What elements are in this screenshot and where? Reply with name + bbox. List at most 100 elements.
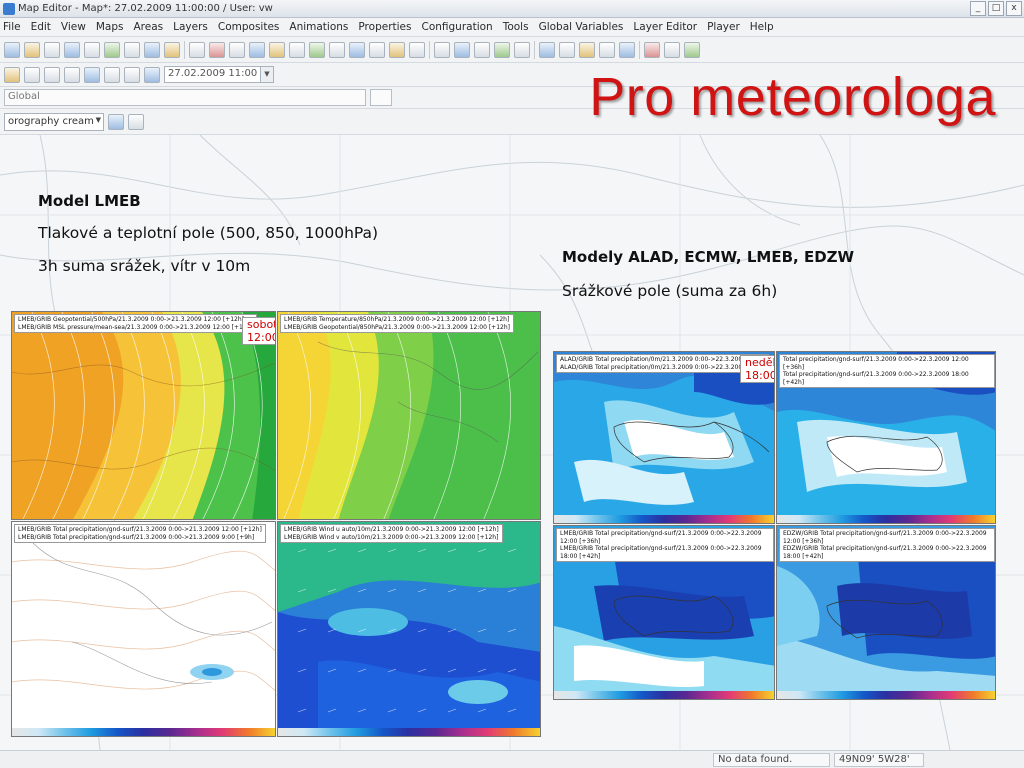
open-folder-icon[interactable] bbox=[24, 41, 40, 58]
menu-configuration[interactable]: Configuration bbox=[421, 21, 492, 33]
layer-select-value: orography cream bbox=[8, 115, 94, 127]
link-icon[interactable] bbox=[4, 66, 20, 83]
toolbar-separator bbox=[184, 40, 185, 59]
legend-line: LMEB/GRIB Total precipitation/gnd-surf/2… bbox=[560, 530, 762, 545]
precipitation-field bbox=[12, 522, 275, 736]
maximize-button[interactable]: □ bbox=[988, 1, 1004, 16]
panel-legend: LMEB/GRIB Wind u auto/10m/21.3.2009 0:00… bbox=[280, 524, 503, 543]
menu-layers[interactable]: Layers bbox=[173, 21, 208, 33]
copy-icon[interactable] bbox=[189, 41, 205, 58]
frame-icon[interactable] bbox=[434, 41, 450, 58]
move-icon[interactable] bbox=[494, 41, 510, 58]
time-tag: sobota 12:00 bbox=[242, 317, 275, 345]
weather-panel-precipitation[interactable]: LMEB/GRIB Total precipitation/gnd-surf/2… bbox=[11, 521, 276, 737]
last-frame-icon[interactable] bbox=[124, 66, 140, 83]
properties-icon[interactable] bbox=[124, 41, 140, 58]
menu-areas[interactable]: Areas bbox=[133, 21, 163, 33]
export-icon[interactable] bbox=[389, 41, 405, 58]
film-icon[interactable] bbox=[409, 41, 425, 58]
minimize-button[interactable]: _ bbox=[970, 1, 986, 16]
time-tag: neděle 18:00 bbox=[740, 355, 774, 383]
panel-legend: LMEB/GRIB Total precipitation/gnd-surf/2… bbox=[14, 524, 266, 543]
measure-icon[interactable] bbox=[599, 41, 615, 58]
zoom-out-icon[interactable] bbox=[559, 41, 575, 58]
layer-grid-icon[interactable] bbox=[128, 113, 144, 130]
zoom-in-icon[interactable] bbox=[539, 41, 555, 58]
new-map-icon[interactable] bbox=[4, 41, 20, 58]
globe-icon[interactable] bbox=[269, 41, 285, 58]
legend-line: LMEB/GRIB Geopotential/850hPa/21.3.2009 … bbox=[284, 323, 510, 331]
paste-icon[interactable] bbox=[229, 41, 245, 58]
window-title: Map Editor - Map*: 27.02.2009 11:00:00 /… bbox=[18, 3, 273, 14]
menu-tools[interactable]: Tools bbox=[503, 21, 529, 33]
global-button[interactable] bbox=[370, 89, 392, 106]
menu-file[interactable]: File bbox=[3, 21, 21, 33]
graph-icon[interactable] bbox=[309, 41, 325, 58]
pan-icon[interactable] bbox=[579, 41, 595, 58]
panel-colorbar bbox=[554, 515, 774, 523]
play-icon[interactable] bbox=[84, 66, 100, 83]
text-icon[interactable] bbox=[329, 41, 345, 58]
panel-colorbar bbox=[777, 691, 995, 699]
cut-icon[interactable] bbox=[209, 41, 225, 58]
weather-panel-lmeb[interactable]: LMEB/GRIB Total precipitation/gnd-surf/2… bbox=[553, 525, 775, 700]
select-icon[interactable] bbox=[474, 41, 490, 58]
weather-panel-temperature[interactable]: LMEB/GRIB Temperature/850hPa/21.3.2009 0… bbox=[277, 311, 541, 520]
table-icon[interactable] bbox=[349, 41, 365, 58]
wand-icon[interactable] bbox=[164, 41, 180, 58]
weather-panel-alad[interactable]: ALAD/GRIB Total precipitation/0m/21.3.20… bbox=[553, 351, 775, 524]
legend-line: LMEB/GRIB Geopotential/500hPa/21.3.2009 … bbox=[18, 316, 244, 323]
pause-icon[interactable] bbox=[64, 66, 80, 83]
menu-view[interactable]: View bbox=[61, 21, 86, 33]
line-chart-icon[interactable] bbox=[369, 41, 385, 58]
edit-icon[interactable] bbox=[644, 41, 660, 58]
main-toolbar bbox=[0, 37, 1024, 63]
menu-bar: File Edit View Maps Areas Layers Composi… bbox=[0, 18, 1024, 37]
left-heading: Model LMEB bbox=[38, 192, 141, 210]
legend-line: Total precipitation/gnd-surf/21.3.2009 0… bbox=[783, 356, 969, 371]
save-icon[interactable] bbox=[64, 41, 80, 58]
settings-icon[interactable] bbox=[684, 41, 700, 58]
layers-icon[interactable] bbox=[104, 41, 120, 58]
weather-panel-wind[interactable]: LMEB/GRIB Wind u auto/10m/21.3.2009 0:00… bbox=[277, 521, 541, 737]
global-field[interactable]: Global bbox=[4, 89, 366, 106]
chart-icon[interactable] bbox=[289, 41, 305, 58]
clock-icon[interactable] bbox=[144, 66, 160, 83]
layer-select[interactable]: orography cream ▼ bbox=[4, 112, 104, 131]
menu-layer-editor[interactable]: Layer Editor bbox=[633, 21, 697, 33]
weather-panel-geopotential[interactable]: LMEB/GRIB Geopotential/500hPa/21.3.2009 … bbox=[11, 311, 276, 520]
weather-panel-edzw[interactable]: EDZW/GRIB Total precipitation/gnd-surf/2… bbox=[776, 525, 996, 700]
left-line-1: Tlakové a teplotní pole (500, 850, 1000h… bbox=[38, 224, 379, 242]
date-time-select[interactable]: 27.02.2009 11:00 ▼ bbox=[164, 66, 274, 83]
window-titlebar: Map Editor - Map*: 27.02.2009 11:00:00 /… bbox=[0, 0, 1024, 18]
menu-edit[interactable]: Edit bbox=[31, 21, 51, 33]
menu-properties[interactable]: Properties bbox=[358, 21, 411, 33]
legend-line: EDZW/GRIB Total precipitation/gnd-surf/2… bbox=[783, 530, 987, 545]
menu-animations[interactable]: Animations bbox=[289, 21, 348, 33]
first-frame-icon[interactable] bbox=[24, 66, 40, 83]
wind-field bbox=[278, 522, 540, 736]
rotate-icon[interactable] bbox=[514, 41, 530, 58]
refresh-icon[interactable] bbox=[619, 41, 635, 58]
menu-maps[interactable]: Maps bbox=[96, 21, 124, 33]
image-icon[interactable] bbox=[249, 41, 265, 58]
menu-player[interactable]: Player bbox=[707, 21, 740, 33]
weather-panel-ecmw[interactable]: Total precipitation/gnd-surf/21.3.2009 0… bbox=[776, 351, 996, 524]
tools-icon[interactable] bbox=[664, 41, 680, 58]
right-heading: Modely ALAD, ECMW, LMEB, EDZW bbox=[562, 248, 855, 266]
menu-global-variables[interactable]: Global Variables bbox=[539, 21, 624, 33]
menu-composites[interactable]: Composites bbox=[218, 21, 280, 33]
left-text-block: Model LMEB Tlakové a teplotní pole (500,… bbox=[38, 192, 378, 275]
print-icon[interactable] bbox=[84, 41, 100, 58]
status-bar: No data found. 49N09' 5W28' bbox=[0, 750, 1024, 768]
menu-help[interactable]: Help bbox=[750, 21, 774, 33]
close-button[interactable]: x bbox=[1006, 1, 1022, 16]
next-frame-icon[interactable] bbox=[104, 66, 120, 83]
chevron-down-icon[interactable]: ▼ bbox=[260, 67, 273, 82]
legend-line: LMEB/GRIB MSL pressure/mean-sea/21.3.200… bbox=[18, 323, 253, 331]
prev-frame-icon[interactable] bbox=[44, 66, 60, 83]
target-icon[interactable] bbox=[454, 41, 470, 58]
grid-icon[interactable] bbox=[144, 41, 160, 58]
layer-image-icon[interactable] bbox=[108, 113, 124, 130]
info-icon[interactable] bbox=[44, 41, 60, 58]
